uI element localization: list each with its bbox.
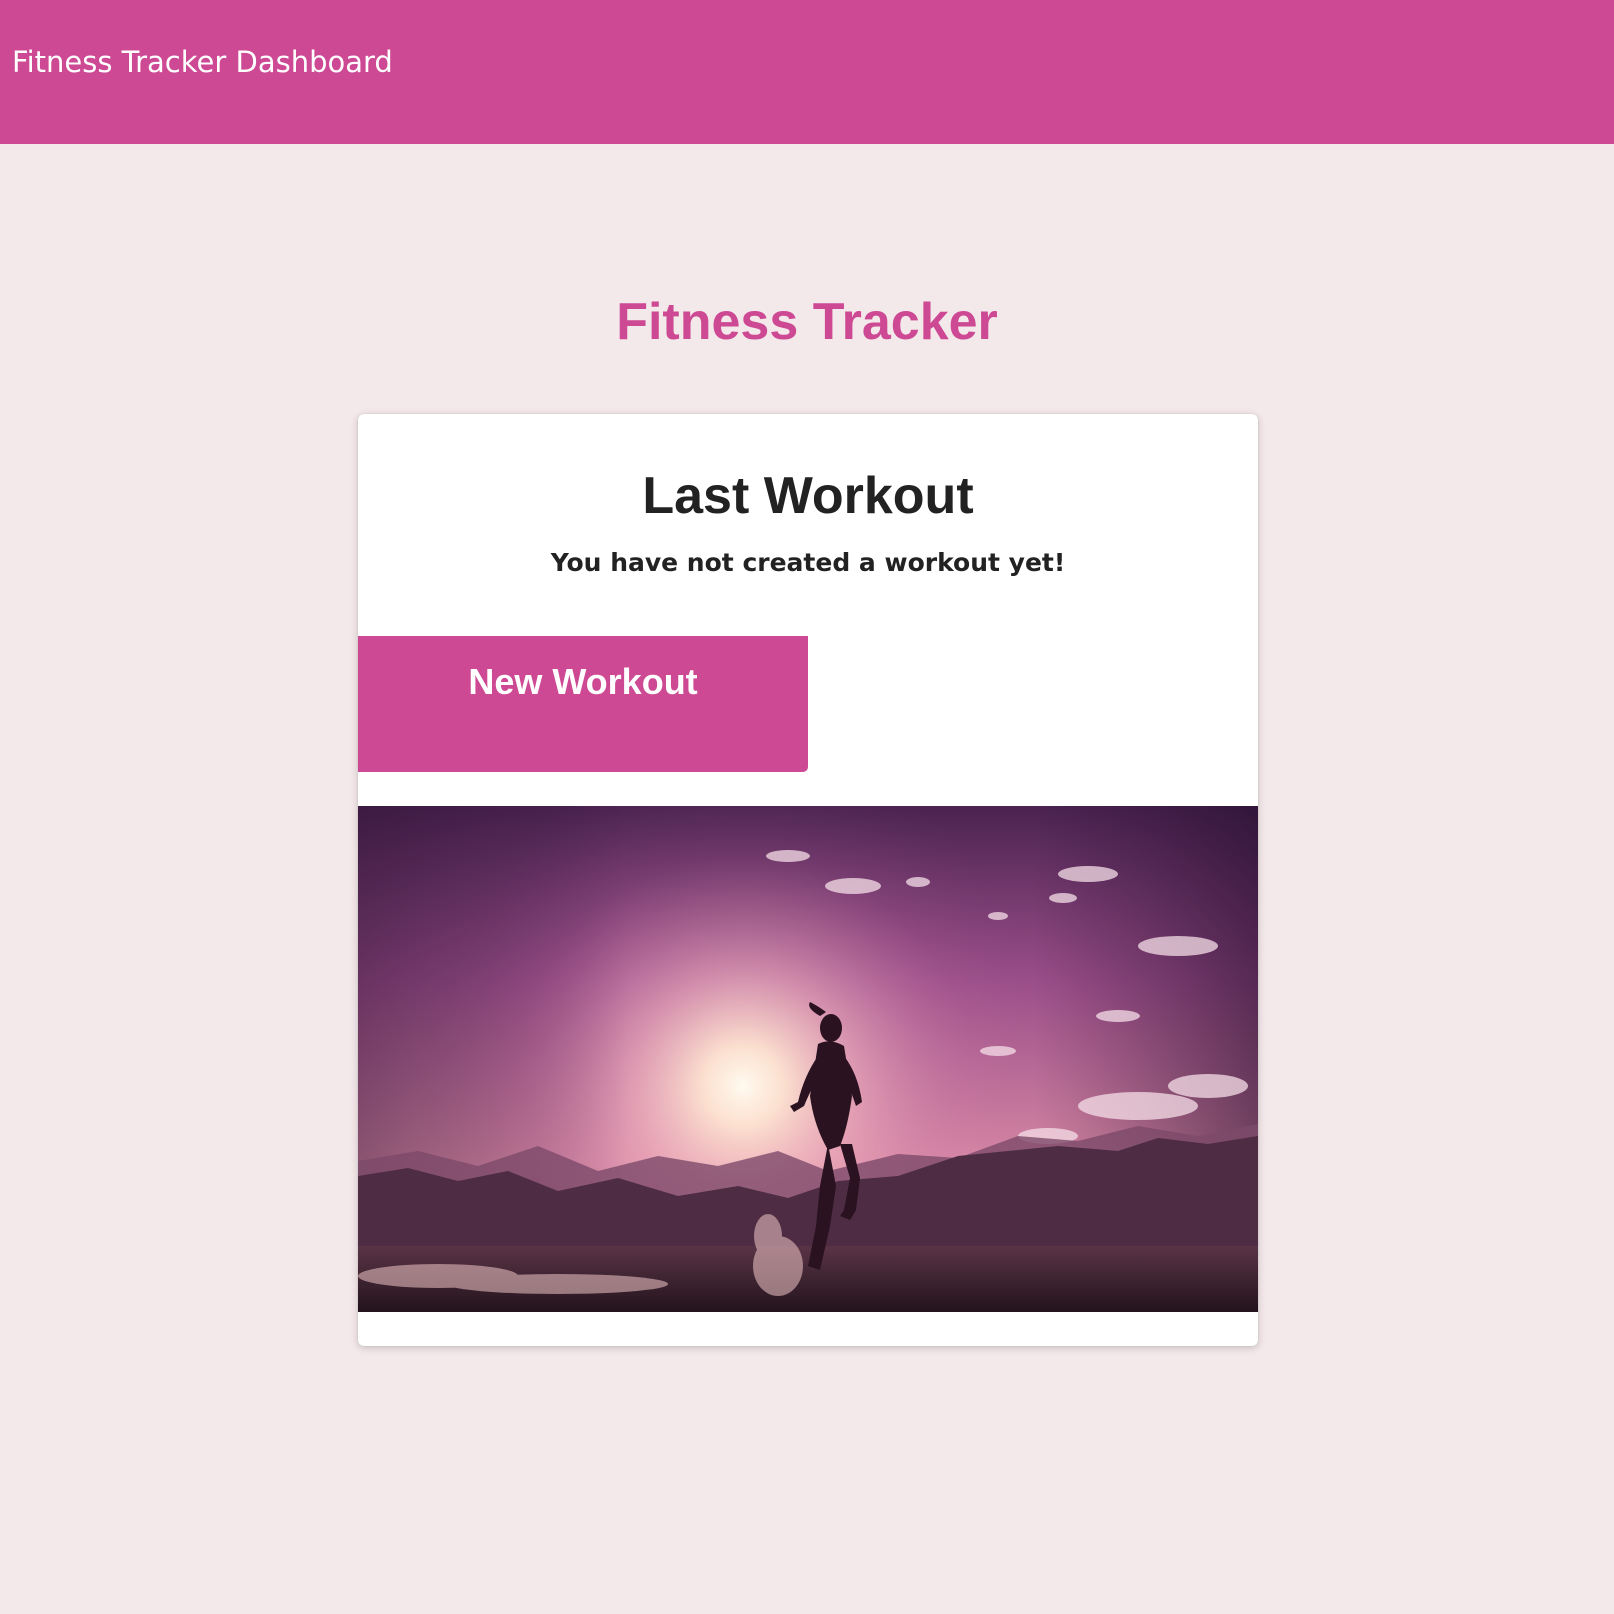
empty-workout-message: You have not created a workout yet! [550, 548, 1066, 577]
page-title: Fitness Tracker [616, 293, 998, 351]
new-workout-button-label: New Workout [468, 661, 698, 702]
top-navbar: Fitness Tracker Dashboard [0, 0, 1614, 144]
last-workout-card: Last Workout You have not created a work… [358, 414, 1258, 1346]
navbar-title[interactable]: Fitness Tracker Dashboard [12, 42, 393, 82]
hero-image [358, 806, 1258, 1312]
new-workout-button[interactable]: New Workout [358, 636, 808, 772]
runner-sunset-image [358, 806, 1258, 1312]
card-title: Last Workout [642, 467, 974, 525]
